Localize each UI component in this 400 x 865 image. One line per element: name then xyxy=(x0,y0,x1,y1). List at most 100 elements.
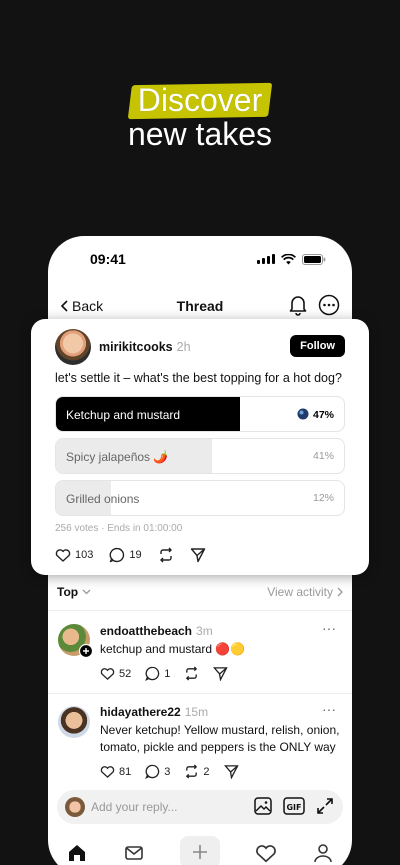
poll-question: let's settle it – what's the best toppin… xyxy=(55,371,342,385)
chevron-right-icon xyxy=(337,587,343,597)
avatar-globe-icon xyxy=(297,408,309,420)
reply-text: ketchup and mustard 🔴🟡 xyxy=(100,642,246,656)
poll-option-percent: 12% xyxy=(312,492,334,504)
reply-author[interactable]: hidayathere22 15m xyxy=(100,705,208,719)
view-activity-label: View activity xyxy=(267,585,333,599)
sort-label: Top xyxy=(57,585,79,599)
reply-input[interactable]: Add your reply... xyxy=(91,800,177,814)
heart-icon[interactable] xyxy=(255,842,277,864)
view-activity-link[interactable]: View activity xyxy=(267,582,343,602)
post-actions: 103 19 xyxy=(55,547,206,563)
more-circle-icon[interactable] xyxy=(318,294,340,316)
like-button[interactable]: 52 xyxy=(100,667,131,680)
post-author[interactable]: mirikitcooks 2h xyxy=(99,340,191,354)
gif-icon[interactable]: GIF xyxy=(283,796,305,816)
follow-plus-icon[interactable] xyxy=(79,644,93,658)
reply-author-name[interactable]: hidayathere22 xyxy=(100,705,181,719)
reply-age: 3m xyxy=(196,624,213,638)
mail-icon[interactable] xyxy=(123,842,145,864)
share-button[interactable] xyxy=(190,547,206,563)
repost-button[interactable] xyxy=(184,666,199,681)
status-icons xyxy=(257,253,326,265)
send-icon xyxy=(190,548,205,563)
like-button[interactable]: 103 xyxy=(55,548,93,562)
repost-button[interactable]: 2 xyxy=(184,764,210,779)
heart-icon xyxy=(100,668,115,680)
bell-icon[interactable] xyxy=(288,294,308,316)
reply-text: Never ketchup! Yellow mustard, relish, o… xyxy=(100,723,340,754)
profile-icon[interactable] xyxy=(312,842,334,864)
reply-author[interactable]: endoatthebeach 3m xyxy=(100,624,213,638)
avatar[interactable] xyxy=(55,329,91,365)
post-card[interactable]: mirikitcooks 2h Follow let's settle it – … xyxy=(31,319,369,575)
status-time: 09:41 xyxy=(90,251,126,267)
comment-button[interactable]: 3 xyxy=(145,764,170,779)
reply-composer[interactable]: Add your reply... GIF xyxy=(57,790,343,824)
like-count: 52 xyxy=(119,667,132,680)
heart-icon xyxy=(100,766,115,778)
more-icon[interactable]: ··· xyxy=(322,620,336,636)
avatar xyxy=(65,797,85,817)
nav-actions xyxy=(288,294,340,316)
poll-option[interactable]: Spicy jalapeños 🌶️ 41% xyxy=(55,438,345,474)
sort-dropdown[interactable]: Top xyxy=(57,582,91,602)
share-button[interactable] xyxy=(223,764,239,779)
like-button[interactable]: 81 xyxy=(100,765,131,778)
send-icon xyxy=(223,765,239,779)
sort-row: Top View activity xyxy=(57,582,343,602)
hero-line1: Discover xyxy=(137,82,263,118)
poll-option[interactable]: Grilled onions 12% xyxy=(55,480,345,516)
repost-count: 2 xyxy=(203,765,210,778)
repost-button[interactable] xyxy=(158,547,174,563)
hero-headline: Discover new takes xyxy=(0,80,400,152)
poll-option-percent: 47% xyxy=(297,408,334,421)
poll-option-label: Grilled onions xyxy=(66,492,140,506)
like-count: 81 xyxy=(119,765,132,778)
expand-icon[interactable] xyxy=(315,796,335,816)
comment-button[interactable]: 1 xyxy=(145,666,170,681)
like-count: 103 xyxy=(75,549,94,561)
follow-button[interactable]: Follow xyxy=(290,335,345,357)
image-icon[interactable] xyxy=(253,796,273,816)
send-icon xyxy=(213,667,229,681)
avatar[interactable] xyxy=(58,706,90,738)
share-button[interactable] xyxy=(213,666,229,681)
home-icon[interactable] xyxy=(66,842,88,864)
composer-actions: GIF xyxy=(253,796,335,816)
author-name[interactable]: mirikitcooks xyxy=(99,340,173,354)
comment-icon xyxy=(109,547,125,563)
poll-meta: 256 votes · Ends in 01:00:00 xyxy=(55,523,183,534)
comment-count: 19 xyxy=(129,549,142,561)
svg-text:GIF: GIF xyxy=(286,803,301,812)
divider xyxy=(48,610,352,611)
comment-count: 1 xyxy=(164,667,171,680)
poll-option[interactable]: Ketchup and mustard 47% xyxy=(55,396,345,432)
reply-item[interactable]: endoatthebeach 3m ··· ketchup and mustard… xyxy=(48,620,352,696)
reply-author-name[interactable]: endoatthebeach xyxy=(100,624,192,638)
compose-button[interactable] xyxy=(179,836,220,865)
reply-age: 15m xyxy=(184,705,209,719)
plus-icon xyxy=(192,845,207,859)
chevron-down-icon xyxy=(82,589,91,595)
poll-option-label: Spicy jalapeños 🌶️ xyxy=(66,450,169,464)
poll-option-label: Ketchup and mustard xyxy=(66,408,181,422)
poll-option-percent-value: 47% xyxy=(312,409,334,421)
comment-button[interactable]: 19 xyxy=(109,547,142,563)
wifi-icon xyxy=(281,253,296,264)
reply-actions: 52 1 xyxy=(100,666,229,681)
divider xyxy=(48,693,352,694)
repost-icon xyxy=(159,547,172,563)
reply-item[interactable]: hidayathere22 15m ··· Never ketchup! Yell… xyxy=(48,701,352,786)
battery-icon xyxy=(302,253,326,265)
heart-icon xyxy=(55,549,71,562)
comment-count: 3 xyxy=(164,765,171,778)
post-age: 2h xyxy=(176,340,191,354)
hero-line1-wrap: Discover xyxy=(127,80,273,120)
comment-icon xyxy=(145,666,160,681)
tab-bar xyxy=(48,834,352,865)
repost-icon xyxy=(186,666,198,681)
status-bar: 09:41 xyxy=(90,250,326,268)
more-icon[interactable]: ··· xyxy=(322,701,336,717)
comment-icon xyxy=(145,764,160,779)
nav-bar: Back Thread xyxy=(48,292,352,322)
